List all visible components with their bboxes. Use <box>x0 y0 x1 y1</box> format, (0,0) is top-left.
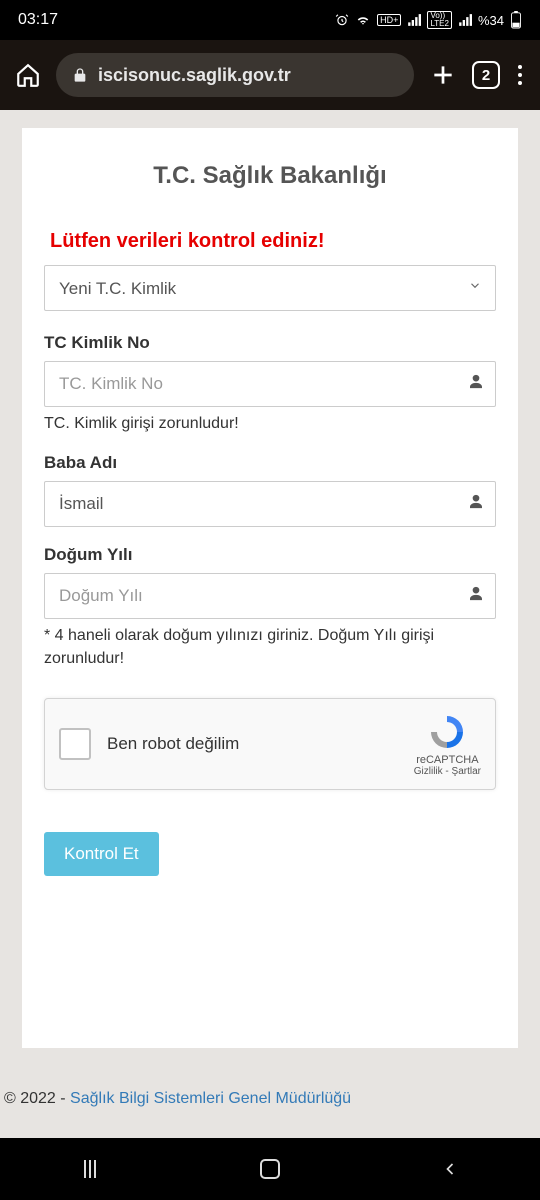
submit-button[interactable]: Kontrol Et <box>44 832 159 876</box>
url-text: iscisonuc.saglik.gov.tr <box>98 65 291 86</box>
error-message: Lütfen verileri kontrol ediniz! <box>44 230 496 253</box>
nav-back-button[interactable] <box>430 1149 470 1189</box>
wifi-icon <box>355 13 371 27</box>
browser-menu-button[interactable] <box>514 61 526 89</box>
id-type-select-wrap: Yeni T.C. Kimlik <box>44 265 496 311</box>
new-tab-button[interactable] <box>428 60 458 90</box>
status-indicators: HD+ Vo))LTE2 %34 <box>335 11 522 29</box>
user-icon <box>468 586 484 607</box>
footer-link[interactable]: Sağlık Bilgi Sistemleri Genel Müdürlüğü <box>70 1090 351 1107</box>
browser-home-button[interactable] <box>14 61 42 89</box>
page-viewport: T.C. Sağlık Bakanlığı Lütfen verileri ko… <box>0 110 540 1138</box>
yil-field-group: Doğum Yılı * 4 haneli olarak doğum yılın… <box>44 545 496 670</box>
form-card: T.C. Sağlık Bakanlığı Lütfen verileri ko… <box>22 128 518 1048</box>
recaptcha-checkbox[interactable] <box>59 728 91 760</box>
hd-plus-icon: HD+ <box>377 14 401 26</box>
tc-label: TC Kimlik No <box>44 333 496 353</box>
user-icon <box>468 494 484 515</box>
battery-icon <box>510 11 522 29</box>
baba-label: Baba Adı <box>44 453 496 473</box>
alarm-icon <box>335 13 349 27</box>
status-bar: 03:17 HD+ Vo))LTE2 %34 <box>0 0 540 40</box>
recaptcha-privacy-link[interactable]: Gizlilik <box>414 766 443 777</box>
user-icon <box>468 374 484 395</box>
recaptcha-brand: reCAPTCHA <box>414 754 481 766</box>
lock-icon <box>72 66 88 84</box>
recaptcha-terms-link[interactable]: Şartlar <box>452 766 481 777</box>
signal-2-icon <box>458 13 472 27</box>
tc-field-group: TC Kimlik No TC. Kimlik girişi zorunludu… <box>44 333 496 435</box>
tab-count: 2 <box>482 67 490 84</box>
yil-label: Doğum Yılı <box>44 545 496 565</box>
recaptcha-widget: Ben robot değilim reCAPTCHA Gizlilik - Ş… <box>44 698 496 790</box>
recaptcha-label: Ben robot değilim <box>107 734 414 754</box>
recaptcha-branding: reCAPTCHA Gizlilik - Şartlar <box>414 712 481 777</box>
nav-home-button[interactable] <box>250 1149 290 1189</box>
yil-help: * 4 haneli olarak doğum yılınızı giriniz… <box>44 625 496 670</box>
footer-copyright: © 2022 - <box>4 1090 70 1107</box>
baba-input[interactable] <box>44 481 496 527</box>
status-time: 03:17 <box>18 11 335 29</box>
tc-input[interactable] <box>44 361 496 407</box>
browser-toolbar: iscisonuc.saglik.gov.tr 2 <box>0 40 540 110</box>
nav-recents-button[interactable] <box>70 1149 110 1189</box>
recaptcha-logo-icon <box>427 712 467 752</box>
baba-field-group: Baba Adı <box>44 453 496 527</box>
url-bar[interactable]: iscisonuc.saglik.gov.tr <box>56 53 414 97</box>
volte-icon: Vo))LTE2 <box>427 11 452 29</box>
signal-icon <box>407 13 421 27</box>
page-footer: © 2022 - Sağlık Bilgi Sistemleri Genel M… <box>0 1090 540 1108</box>
android-nav-bar <box>0 1138 540 1200</box>
id-type-select[interactable]: Yeni T.C. Kimlik <box>44 265 496 311</box>
page-title: T.C. Sağlık Bakanlığı <box>44 162 496 190</box>
yil-input[interactable] <box>44 573 496 619</box>
tc-help: TC. Kimlik girişi zorunludur! <box>44 413 496 435</box>
tab-switcher-button[interactable]: 2 <box>472 61 500 89</box>
battery-percent: %34 <box>478 13 504 28</box>
